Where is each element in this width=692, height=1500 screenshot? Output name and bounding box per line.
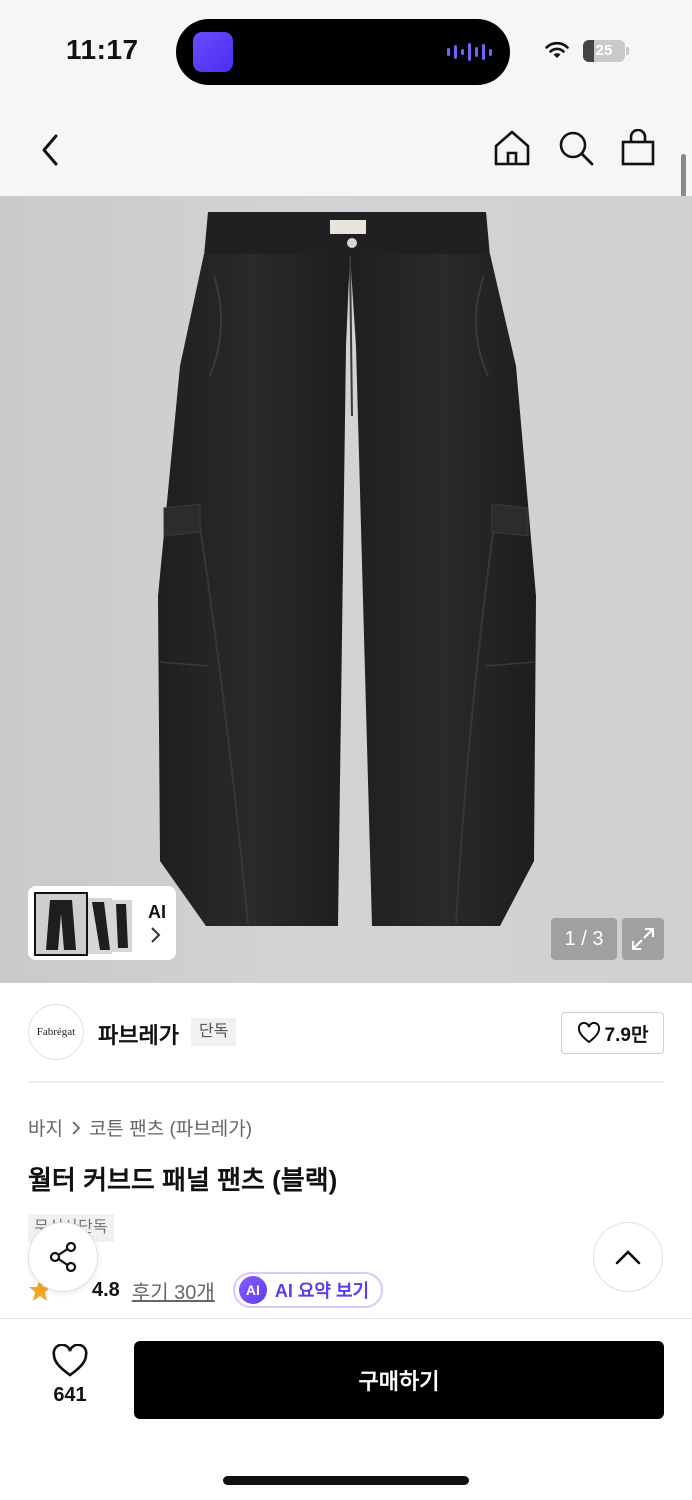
thumbnail-image[interactable]	[88, 898, 112, 954]
home-indicator[interactable]	[223, 1476, 469, 1485]
thumbnail-ai-label: AI	[148, 902, 166, 922]
thumbnail-strip[interactable]: AI	[28, 886, 176, 960]
battery-level: 25	[595, 42, 613, 59]
heart-icon	[577, 1022, 600, 1044]
thumbnail-pants	[92, 902, 110, 950]
search-icon	[559, 131, 594, 166]
product-title: 월터 커브드 패널 팬츠 (블랙)	[28, 1165, 338, 1195]
breadcrumb: 바지 코튼 팬츠 (파브레가)	[28, 1114, 252, 1141]
back-button[interactable]	[26, 126, 74, 174]
expand-icon	[632, 928, 654, 950]
bag-icon	[621, 129, 655, 166]
brand-name[interactable]: 파브레가	[98, 1018, 179, 1050]
app-icon	[193, 32, 233, 72]
image-page-counter: 1 / 3	[551, 918, 617, 960]
brand-badge: 단독	[191, 1018, 237, 1046]
rating-value: 4.8	[92, 1278, 120, 1301]
product-pants-image	[158, 212, 536, 926]
cart-button[interactable]	[614, 124, 662, 172]
breadcrumb-subcategory[interactable]: 코튼 팬츠 (파브레가)	[89, 1114, 252, 1141]
bottom-bar-divider	[0, 1318, 692, 1319]
ai-badge-icon: AI	[238, 1276, 267, 1304]
expand-image-button[interactable]	[622, 918, 664, 960]
thumbnail-pants	[116, 904, 128, 948]
thumbnail-pants	[46, 900, 76, 950]
wishlist-button[interactable]: 641	[40, 1344, 100, 1420]
status-time: 11:17	[66, 34, 139, 65]
heart-icon	[52, 1344, 88, 1377]
status-bar: 11:17 25	[0, 0, 692, 100]
chevron-right-icon	[151, 927, 161, 943]
back-icon	[42, 134, 58, 166]
ai-summary-button[interactable]: AI AI 요약 보기	[232, 1272, 384, 1308]
share-icon	[49, 1241, 77, 1273]
scroll-to-top-button[interactable]	[593, 1222, 663, 1292]
ai-summary-label: AI 요약 보기	[274, 1281, 370, 1301]
thumbnail-image[interactable]	[110, 900, 132, 952]
home-button[interactable]	[488, 124, 536, 172]
battery-nub	[626, 47, 629, 55]
brand-like-count: 7.9만	[604, 1024, 649, 1046]
wifi-icon	[545, 41, 569, 58]
buy-button[interactable]: 구매하기	[134, 1341, 664, 1419]
audio-wave-icon	[447, 41, 492, 63]
brand-logo[interactable]: Fabrégat	[28, 1004, 84, 1060]
dynamic-island	[176, 19, 510, 85]
battery-icon: 25	[583, 40, 625, 62]
thumbnail-image[interactable]	[34, 892, 88, 956]
home-icon	[494, 130, 530, 166]
breadcrumb-category[interactable]: 바지	[28, 1114, 63, 1141]
chevron-up-icon	[615, 1250, 641, 1265]
share-button[interactable]	[28, 1222, 98, 1292]
brand-like-button[interactable]: 7.9만	[561, 1012, 664, 1054]
wishlist-count: 641	[53, 1384, 87, 1406]
reviews-link[interactable]: 후기 30개	[132, 1276, 215, 1305]
product-image[interactable]	[0, 196, 692, 983]
chevron-right-icon	[72, 1120, 81, 1135]
divider	[28, 1081, 664, 1083]
search-button[interactable]	[552, 124, 600, 172]
navigation-bar	[0, 100, 692, 196]
